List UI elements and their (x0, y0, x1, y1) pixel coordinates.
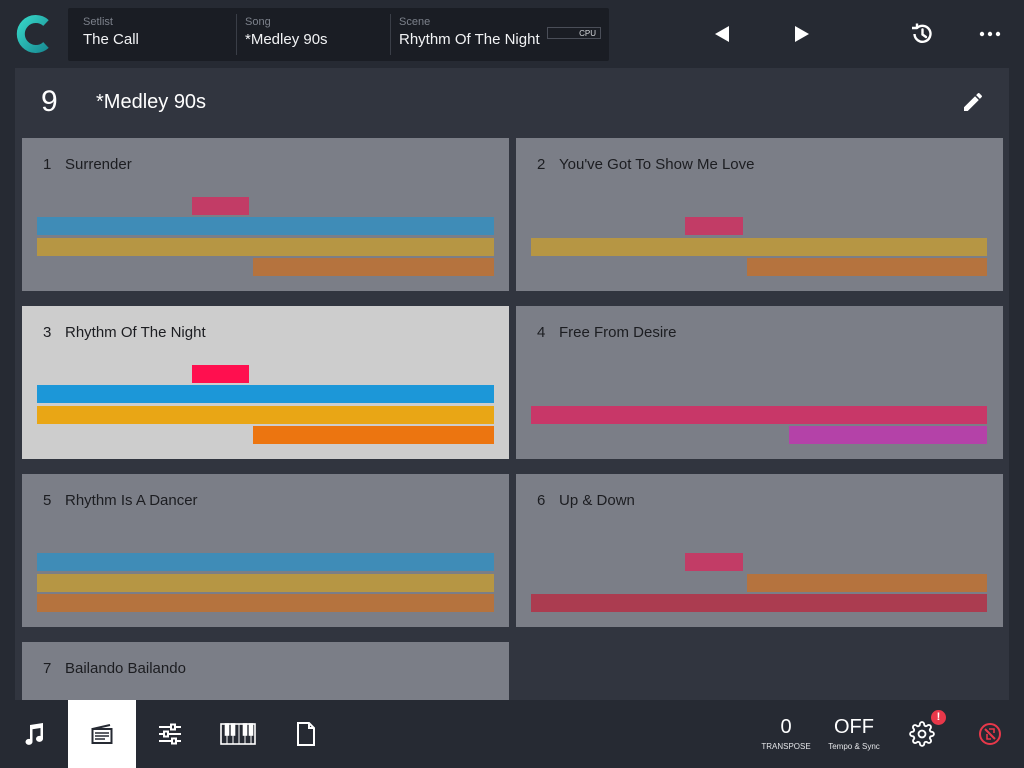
layer-bar (37, 594, 494, 612)
divider (236, 14, 237, 55)
layer-bar (37, 574, 494, 592)
cpu-label: CPU (579, 29, 596, 38)
scene-value: Rhythm Of The Night (399, 31, 540, 48)
divider (390, 14, 391, 55)
current-position-panel[interactable]: Setlist The Call Song *Medley 90s Scene … (68, 8, 609, 61)
transpose-control[interactable]: 0 TRANSPOSE (756, 716, 816, 751)
scenes-button[interactable] (68, 700, 136, 768)
scene-card[interactable]: 6 Up & Down (516, 474, 1003, 627)
layer-bar (531, 238, 987, 256)
scene-card[interactable]: 4 Free From Desire (516, 306, 1003, 459)
song-title: *Medley 90s (96, 91, 207, 113)
scene-number: 7 (43, 660, 52, 677)
scenes-icon (91, 724, 113, 744)
layer-bar (531, 594, 987, 612)
settings-icon (909, 721, 935, 747)
song-number: 9 (41, 85, 58, 118)
scene-number: 2 (537, 156, 546, 173)
scene-name: Rhythm Is A Dancer (65, 492, 198, 509)
panic-button[interactable] (956, 700, 1024, 768)
song-header: 9 *Medley 90s (15, 68, 1009, 136)
layer-bar (685, 217, 743, 235)
layer-bar (253, 426, 494, 444)
bottom-bar: 0 TRANSPOSE OFF Tempo & Sync (0, 700, 1024, 768)
transpose-value: 0 (780, 716, 792, 738)
edit-icon[interactable] (961, 90, 985, 114)
songs-button[interactable] (0, 700, 68, 768)
mixer-button[interactable] (136, 700, 204, 768)
scene-number: 4 (537, 324, 546, 341)
top-bar: Setlist The Call Song *Medley 90s Scene … (0, 0, 1024, 68)
keyboard-button[interactable] (204, 700, 272, 768)
scene-name: Up & Down (559, 492, 635, 509)
layer-bar (37, 217, 494, 235)
layer-bar (192, 197, 249, 215)
layer-bar (37, 238, 494, 256)
mixer-icon (159, 723, 181, 745)
scene-name: You've Got To Show Me Love (559, 156, 755, 173)
document-button[interactable] (272, 700, 340, 768)
tempo-sync-control[interactable]: OFF Tempo & Sync (823, 716, 885, 751)
tempo-label: Tempo & Sync (828, 742, 880, 751)
settings-button[interactable] (888, 700, 956, 768)
scene-card-active[interactable]: 3 Rhythm Of The Night (22, 306, 509, 459)
panic-icon (979, 723, 1001, 745)
setlist-label: Setlist (83, 16, 113, 28)
scene-card[interactable]: 7 Bailando Bailando (22, 642, 509, 700)
scene-label: Scene (399, 16, 431, 28)
scene-number: 6 (537, 492, 546, 509)
transpose-label: TRANSPOSE (761, 742, 811, 751)
scene-name: Rhythm Of The Night (65, 324, 206, 341)
alert-badge: ! (931, 710, 946, 725)
layer-bar (37, 553, 494, 571)
layer-bar (37, 406, 494, 424)
song-label: Song (245, 16, 271, 28)
scene-card[interactable]: 2 You've Got To Show Me Love (516, 138, 1003, 291)
layer-bar (37, 385, 494, 403)
layer-bar (789, 426, 987, 444)
layer-bar (685, 553, 743, 571)
scene-card[interactable]: 1 Surrender (22, 138, 509, 291)
layer-bar (747, 574, 987, 592)
document-icon (297, 722, 315, 746)
scene-number: 3 (43, 324, 52, 341)
scene-name: Free From Desire (559, 324, 677, 341)
layer-bar (747, 258, 987, 276)
scene-grid-panel: 9 *Medley 90s 1 Surrender 2 You've Got T… (15, 68, 1009, 700)
layer-bar (192, 365, 249, 383)
app-logo-icon[interactable] (14, 14, 54, 54)
cpu-meter: CPU (547, 27, 601, 39)
scene-name: Surrender (65, 156, 132, 173)
scene-number: 5 (43, 492, 52, 509)
scene-card[interactable]: 5 Rhythm Is A Dancer (22, 474, 509, 627)
scene-number: 1 (43, 156, 52, 173)
layer-bar (531, 406, 987, 424)
prev-scene-icon[interactable] (708, 20, 736, 48)
keyboard-icon (220, 723, 256, 745)
tempo-value: OFF (834, 716, 874, 738)
next-scene-icon[interactable] (788, 20, 816, 48)
setlist-value: The Call (83, 31, 139, 48)
history-icon[interactable] (908, 20, 936, 48)
more-icon[interactable] (976, 20, 1004, 48)
songs-icon (25, 723, 43, 745)
layer-bar (253, 258, 494, 276)
song-value: *Medley 90s (245, 31, 328, 48)
scene-name: Bailando Bailando (65, 660, 186, 677)
